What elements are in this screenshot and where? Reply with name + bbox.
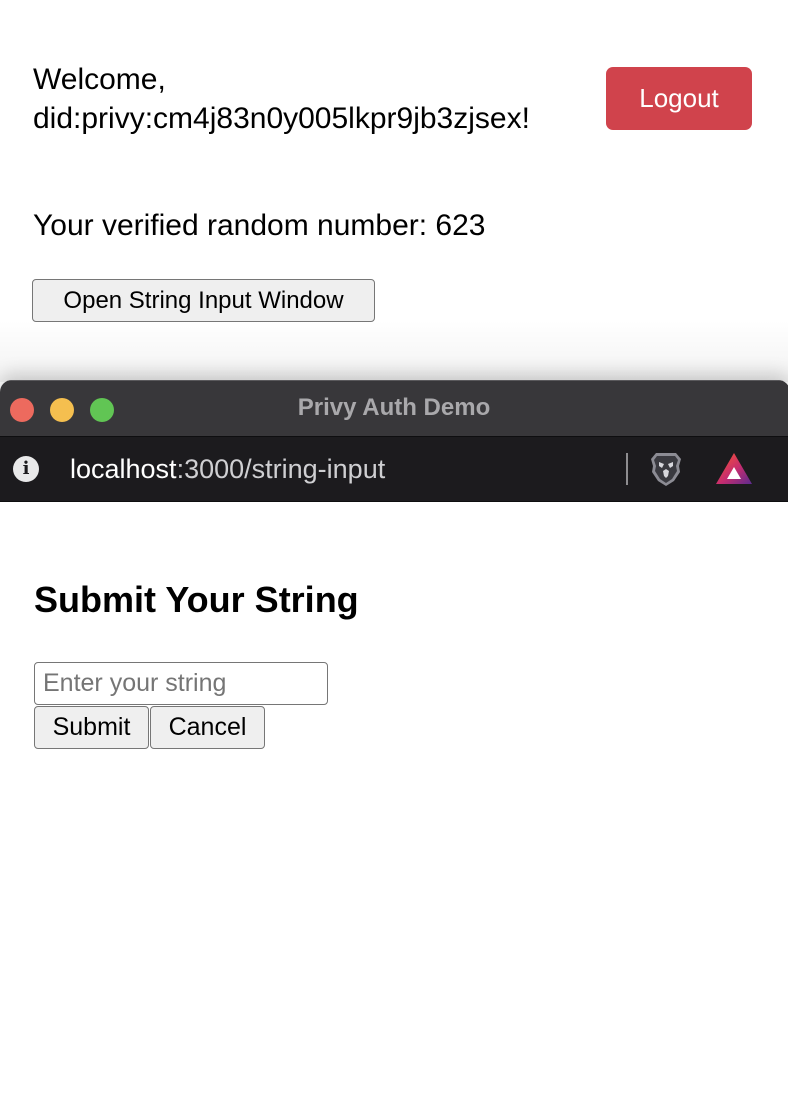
- popup-content: Submit Your String Submit Cancel: [0, 502, 788, 1100]
- window-title: Privy Auth Demo: [297, 394, 491, 421]
- address-bar[interactable]: i localhost:3000/string-input: [0, 436, 788, 502]
- info-icon[interactable]: i: [13, 456, 39, 482]
- welcome-user-id: did:privy:cm4j83n0y005lkpr9jb3zjsex!: [33, 102, 530, 135]
- brave-rewards-triangle-icon[interactable]: [714, 451, 754, 487]
- welcome-message: Welcome, did:privy:cm4j83n0y005lkpr9jb3z…: [33, 60, 603, 138]
- page-title: Submit Your String: [34, 579, 359, 620]
- address-bar-divider: [626, 453, 628, 485]
- submit-button[interactable]: Submit: [34, 706, 149, 749]
- url-field[interactable]: localhost:3000/string-input: [70, 437, 385, 501]
- url-host: localhost: [70, 454, 177, 484]
- form-actions: Submit Cancel: [34, 706, 265, 749]
- main-page: Welcome, did:privy:cm4j83n0y005lkpr9jb3z…: [0, 0, 788, 390]
- url-path: :3000/string-input: [176, 454, 386, 484]
- cancel-button[interactable]: Cancel: [150, 706, 265, 749]
- string-input[interactable]: [34, 662, 328, 705]
- window-shadow: [0, 320, 788, 382]
- brave-lion-icon[interactable]: [648, 450, 684, 488]
- title-bar[interactable]: Privy Auth Demo: [0, 380, 788, 436]
- random-number-text: Your verified random number: 623: [33, 209, 486, 242]
- logout-button[interactable]: Logout: [606, 67, 752, 130]
- welcome-greeting: Welcome,: [33, 63, 166, 96]
- open-string-input-window-button[interactable]: Open String Input Window: [32, 279, 375, 322]
- popup-window: Privy Auth Demo i localhost:3000/string-…: [0, 380, 788, 1100]
